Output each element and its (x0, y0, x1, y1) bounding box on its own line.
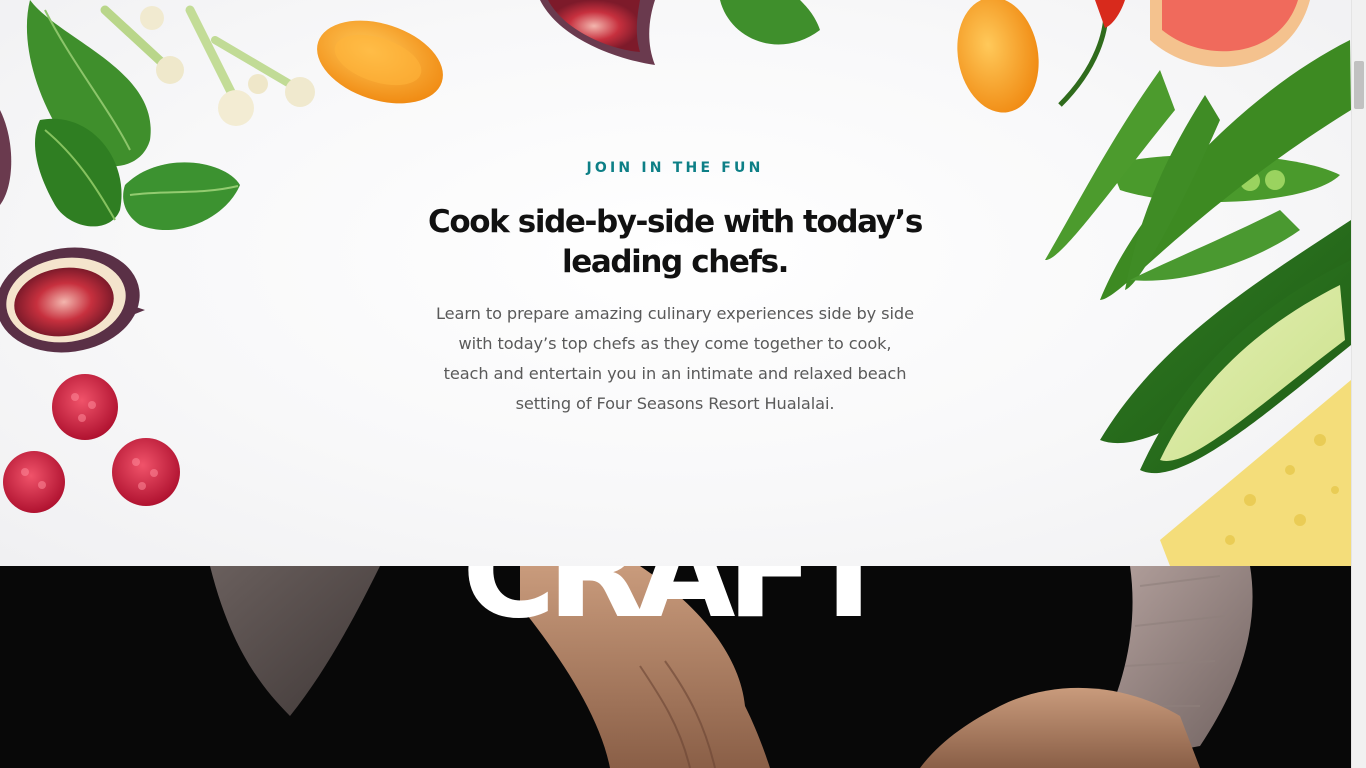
craft-heading: CRAFT (462, 566, 882, 642)
join-in-the-fun-section: JOIN IN THE FUN Cook side-by-side with t… (0, 0, 1351, 566)
page: JOIN IN THE FUN Cook side-by-side with t… (0, 0, 1351, 768)
section-eyebrow: JOIN IN THE FUN (586, 160, 764, 176)
section-description: Learn to prepare amazing culinary experi… (436, 304, 914, 413)
craft-section: CRAFT (0, 566, 1351, 768)
intro-content: JOIN IN THE FUN Cook side-by-side with t… (425, 160, 925, 419)
page-scrollbar[interactable] (1351, 0, 1366, 768)
scrollbar-thumb[interactable] (1354, 61, 1364, 109)
right-produce (957, 0, 1351, 566)
section-headline: Cook side-by-side with today’s leading c… (428, 204, 923, 280)
